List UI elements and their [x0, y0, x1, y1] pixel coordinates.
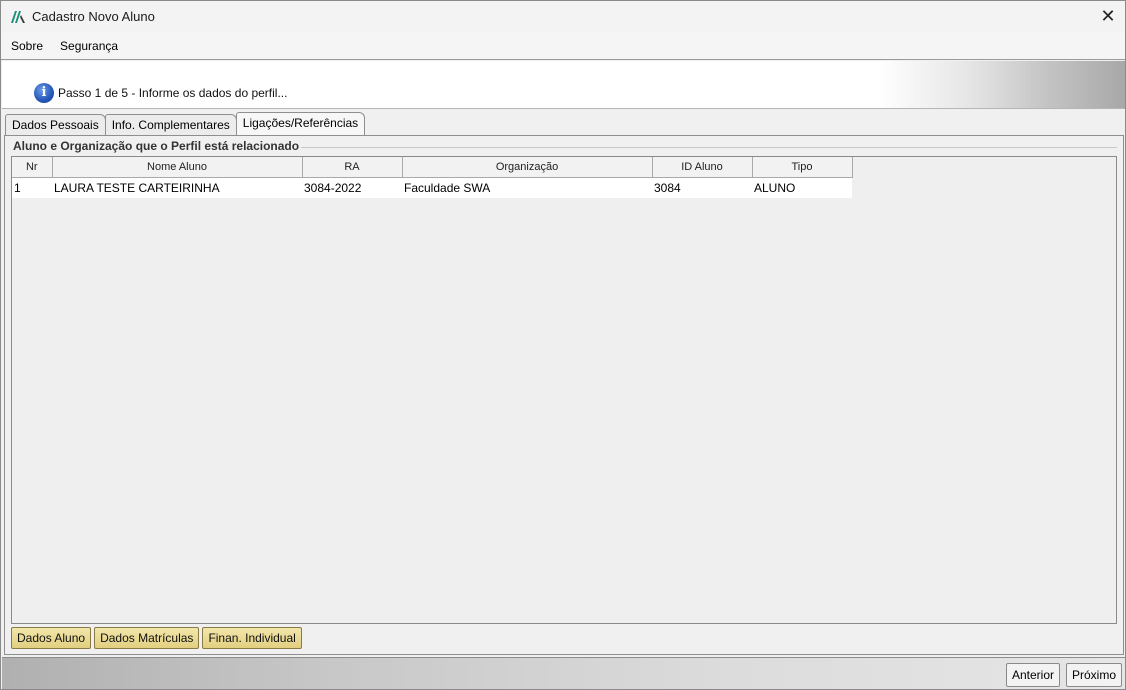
- tab-dados-pessoais[interactable]: Dados Pessoais: [5, 114, 106, 135]
- group-title: Aluno e Organização que o Perfil está re…: [13, 139, 302, 153]
- table-header-row: Nr Nome Aluno RA Organização ID Aluno Ti…: [12, 157, 853, 178]
- window-title: Cadastro Novo Aluno: [32, 9, 155, 24]
- dados-matriculas-button[interactable]: Dados Matrículas: [94, 627, 200, 649]
- close-button[interactable]: ✕: [1091, 1, 1125, 32]
- title-bar: Cadastro Novo Aluno ✕: [1, 1, 1125, 32]
- cell-organizacao[interactable]: Faculdade SWA: [402, 177, 652, 198]
- action-buttons: Dados Aluno Dados Matrículas Finan. Indi…: [11, 627, 305, 649]
- menu-seguranca[interactable]: Segurança: [60, 39, 118, 53]
- column-header-nome-aluno[interactable]: Nome Aluno: [51, 157, 303, 178]
- table-row[interactable]: 1 LAURA TESTE CARTEIRINHA 3084-2022 Facu…: [12, 177, 852, 198]
- tab-info-complementares[interactable]: Info. Complementares: [104, 114, 237, 135]
- finan-individual-button[interactable]: Finan. Individual: [202, 627, 302, 649]
- column-header-ra[interactable]: RA: [301, 157, 403, 178]
- menu-sobre[interactable]: Sobre: [11, 39, 43, 53]
- tab-strip: Dados Pessoais Info. Complementares Liga…: [5, 112, 366, 135]
- cell-tipo[interactable]: ALUNO: [752, 177, 852, 198]
- menu-bar: Sobre Segurança: [1, 32, 1125, 60]
- tab-panel: Aluno e Organização que o Perfil está re…: [4, 135, 1124, 655]
- table-container[interactable]: Nr Nome Aluno RA Organização ID Aluno Ti…: [11, 156, 1117, 624]
- anterior-button[interactable]: Anterior: [1006, 663, 1061, 687]
- group-divider: [290, 147, 1117, 148]
- column-header-id-aluno[interactable]: ID Aluno: [651, 157, 753, 178]
- column-header-tipo[interactable]: Tipo: [751, 157, 853, 178]
- info-banner: i Passo 1 de 5 - Informe os dados do per…: [2, 61, 1125, 109]
- window: Cadastro Novo Aluno ✕ Sobre Segurança i …: [0, 0, 1126, 690]
- proximo-button[interactable]: Próximo: [1066, 663, 1123, 687]
- dados-aluno-button[interactable]: Dados Aluno: [11, 627, 92, 649]
- column-header-nr[interactable]: Nr: [12, 157, 53, 178]
- column-header-organizacao[interactable]: Organização: [401, 157, 653, 178]
- linked-profiles-table: Nr Nome Aluno RA Organização ID Aluno Ti…: [12, 157, 853, 198]
- cell-nr[interactable]: 1: [12, 177, 52, 198]
- tab-ligacoes-referencias[interactable]: Ligações/Referências: [235, 112, 366, 135]
- cell-id-aluno[interactable]: 3084: [652, 177, 752, 198]
- wizard-footer: Anterior Próximo: [2, 657, 1125, 689]
- app-logo-icon: [10, 10, 26, 24]
- cell-nome-aluno[interactable]: LAURA TESTE CARTEIRINHA: [52, 177, 302, 198]
- step-message: Passo 1 de 5 - Informe os dados do perfi…: [58, 86, 288, 100]
- info-icon: i: [34, 83, 54, 103]
- cell-ra[interactable]: 3084-2022: [302, 177, 402, 198]
